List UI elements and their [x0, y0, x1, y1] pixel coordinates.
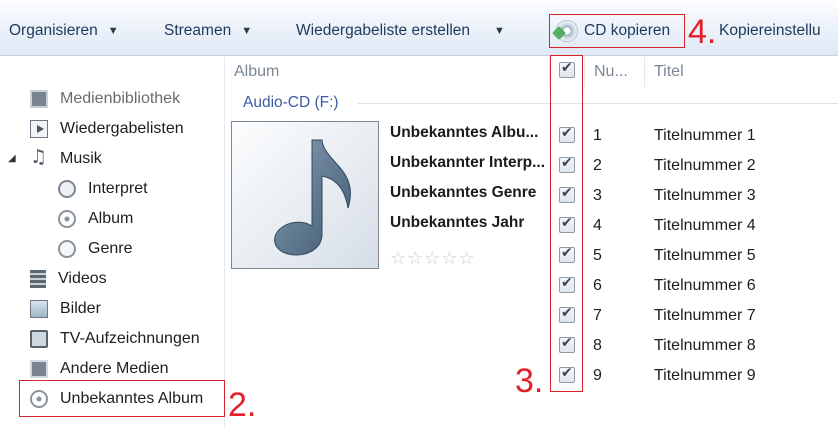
- group-title[interactable]: Audio-CD (F:): [243, 94, 339, 112]
- sidebar-item-artist[interactable]: Interpret: [58, 176, 148, 202]
- album-art[interactable]: [231, 121, 379, 269]
- music-note-icon: [274, 139, 351, 256]
- track-number: 8: [593, 337, 602, 354]
- annotation-step-3: 3.: [515, 362, 544, 400]
- chevron-down-icon: ▼: [241, 25, 253, 37]
- track-number: 3: [593, 187, 602, 204]
- rating-stars[interactable]: ☆☆☆☆☆: [390, 248, 476, 269]
- track-title[interactable]: Titelnummer 1: [654, 127, 756, 145]
- track-number: 6: [593, 277, 602, 294]
- track-title[interactable]: Titelnummer 9: [654, 367, 756, 385]
- sidebar-item-pictures[interactable]: Bilder: [30, 296, 101, 322]
- create-playlist-label: Wiedergabeliste erstellen: [296, 22, 471, 39]
- highlight-checkbox-column: [550, 55, 583, 392]
- sidebar-item-other-media[interactable]: Andere Medien: [30, 356, 169, 382]
- sidebar-item-label: Wiedergabelisten: [60, 120, 184, 137]
- track-title[interactable]: Titelnummer 7: [654, 307, 756, 325]
- other-media-icon: [30, 360, 48, 378]
- sidebar-item-label: TV-Aufzeichnungen: [60, 330, 200, 347]
- column-header-title[interactable]: Titel: [654, 57, 684, 87]
- rip-settings-menu[interactable]: Kopiereinstellu: [719, 20, 821, 42]
- annotation-step-4: 4.: [688, 13, 717, 51]
- sidebar-item-videos[interactable]: Videos: [30, 266, 107, 292]
- sidebar-item-music[interactable]: Musik: [30, 146, 102, 172]
- group-divider: [358, 103, 838, 104]
- highlight-rip-cd: [549, 14, 685, 48]
- library-icon: [30, 90, 48, 108]
- tv-icon: [30, 330, 48, 348]
- pictures-icon: [30, 300, 48, 318]
- track-number: 9: [593, 367, 602, 384]
- artist-icon: [58, 180, 76, 198]
- stream-label: Streamen: [164, 22, 232, 39]
- sidebar-item-genre[interactable]: Genre: [58, 236, 132, 262]
- organize-menu[interactable]: Organisieren ▼: [9, 20, 119, 42]
- sidebar-item-label: Album: [88, 210, 134, 227]
- column-header-row: [226, 57, 838, 87]
- track-number: 4: [593, 217, 602, 234]
- create-playlist-menu[interactable]: Wiedergabeliste erstellen ▼: [296, 20, 505, 42]
- sidebar-item-library[interactable]: Medienbibliothek: [30, 86, 180, 112]
- column-header-number[interactable]: Nu...: [594, 57, 628, 87]
- video-icon: [30, 270, 46, 288]
- track-title[interactable]: Titelnummer 3: [654, 187, 756, 205]
- genre-icon: [58, 240, 76, 258]
- column-divider[interactable]: [584, 57, 585, 87]
- organize-label: Organisieren: [9, 22, 98, 39]
- stream-menu[interactable]: Streamen ▼: [164, 20, 252, 42]
- album-icon: [58, 210, 76, 228]
- track-number: 1: [593, 127, 602, 144]
- sidebar-item-playlists[interactable]: Wiedergabelisten: [30, 116, 184, 142]
- track-title[interactable]: Titelnummer 5: [654, 247, 756, 265]
- year-value[interactable]: Unbekanntes Jahr: [390, 214, 550, 232]
- sidebar-item-label: Interpret: [88, 180, 148, 197]
- track-title[interactable]: Titelnummer 4: [654, 217, 756, 235]
- album-name[interactable]: Unbekanntes Albu...: [390, 124, 550, 142]
- sidebar-item-album[interactable]: Album: [58, 206, 133, 232]
- sidebar-item-tv-recordings[interactable]: TV-Aufzeichnungen: [30, 326, 200, 352]
- expand-arrow-icon[interactable]: ◢: [8, 153, 16, 164]
- annotation-step-2: 2.: [228, 386, 257, 424]
- column-header-album[interactable]: Album: [234, 57, 279, 87]
- track-number: 5: [593, 247, 602, 264]
- rip-settings-label: Kopiereinstellu: [719, 22, 821, 39]
- track-number: 2: [593, 157, 602, 174]
- sidebar-item-label: Musik: [60, 150, 102, 167]
- artist-name[interactable]: Unbekannter Interp...: [390, 154, 550, 172]
- track-title[interactable]: Titelnummer 2: [654, 157, 756, 175]
- sidebar-item-label: Medienbibliothek: [60, 90, 181, 107]
- track-title[interactable]: Titelnummer 8: [654, 337, 756, 355]
- sidebar-item-label: Genre: [88, 240, 133, 257]
- sidebar-item-label: Bilder: [60, 300, 101, 317]
- track-title[interactable]: Titelnummer 6: [654, 277, 756, 295]
- music-icon: [30, 146, 48, 168]
- sidebar-item-label: Videos: [58, 270, 107, 287]
- highlight-unknown-album: [19, 380, 225, 417]
- column-divider[interactable]: [644, 57, 645, 87]
- sidebar-item-label: Andere Medien: [60, 360, 169, 377]
- playlist-icon: [30, 120, 48, 138]
- chevron-down-icon: ▼: [494, 25, 505, 37]
- track-number: 7: [593, 307, 602, 324]
- genre-name[interactable]: Unbekanntes Genre: [390, 184, 550, 202]
- chevron-down-icon: ▼: [107, 25, 119, 37]
